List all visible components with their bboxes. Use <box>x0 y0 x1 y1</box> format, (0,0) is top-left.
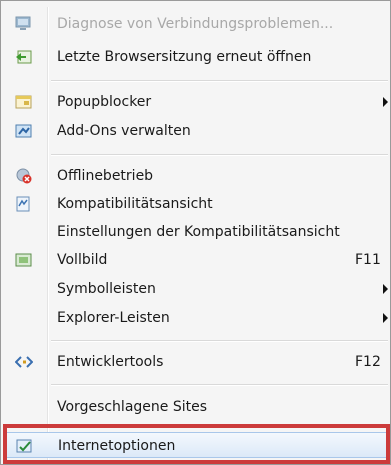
menu-separator <box>51 384 388 386</box>
menu-separator <box>51 154 388 156</box>
addons-icon <box>15 123 33 139</box>
menu-item-label: Letzte Browsersitzung erneut öffnen <box>57 49 312 65</box>
menu-separator <box>51 80 388 82</box>
menu-item-label: Internetoptionen <box>58 438 176 454</box>
menu-item-compatibility-view[interactable]: Kompatibilitätsansicht <box>5 191 388 217</box>
offline-icon <box>15 168 33 184</box>
submenu-arrow-icon <box>383 313 388 323</box>
menu-item-manage-addons[interactable]: Add-Ons verwalten <box>5 118 388 144</box>
submenu-arrow-icon <box>383 97 388 107</box>
menu-item-suggested-sites[interactable]: Vorgeschlagene Sites <box>5 394 388 420</box>
tools-menu: Diagnose von Verbindungsproblemen... Let… <box>0 0 391 465</box>
shortcut-label: F11 <box>355 252 381 268</box>
menu-item-label: Diagnose von Verbindungsproblemen... <box>57 16 334 32</box>
menu-item-label: Add-Ons verwalten <box>57 123 191 139</box>
menu-item-label: Symbolleisten <box>57 281 156 297</box>
popup-blocker-icon <box>15 94 33 110</box>
submenu-arrow-icon <box>383 284 388 294</box>
internet-options-icon <box>16 438 34 454</box>
menu-item-diagnose: Diagnose von Verbindungsproblemen... <box>5 11 388 37</box>
menu-item-label: Explorer-Leisten <box>57 310 170 326</box>
reopen-session-icon <box>15 49 33 65</box>
menu-item-label: Vollbild <box>57 252 108 268</box>
menu-item-reopen-session[interactable]: Letzte Browsersitzung erneut öffnen <box>5 44 388 70</box>
diagnose-icon <box>15 16 33 32</box>
menu-item-label: Einstellungen der Kompatibilitätsansicht <box>57 224 340 240</box>
menu-item-label: Kompatibilitätsansicht <box>57 196 213 212</box>
menu-item-offline[interactable]: Offlinebetrieb <box>5 163 388 189</box>
menu-item-label: Vorgeschlagene Sites <box>57 399 208 415</box>
menu-item-fullscreen[interactable]: Vollbild F11 <box>5 247 388 273</box>
menu-item-label: Entwicklertools <box>57 354 164 370</box>
compatibility-icon <box>15 196 33 212</box>
menu-item-toolbars[interactable]: Symbolleisten <box>5 276 388 302</box>
menu-item-explorer-bars[interactable]: Explorer-Leisten <box>5 305 388 331</box>
shortcut-label: F12 <box>355 354 381 370</box>
menu-item-internet-options[interactable]: Internetoptionen <box>5 432 388 458</box>
menu-separator <box>51 426 388 428</box>
menu-item-compatibility-settings[interactable]: Einstellungen der Kompatibilitätsansicht <box>5 219 388 245</box>
menu-item-label: Offlinebetrieb <box>57 168 154 184</box>
menu-item-popup-blocker[interactable]: Popupblocker <box>5 89 388 115</box>
fullscreen-icon <box>15 252 33 268</box>
menu-item-label: Popupblocker <box>57 94 152 110</box>
menu-separator <box>51 340 388 342</box>
menu-item-developer-tools[interactable]: Entwicklertools F12 <box>5 349 388 375</box>
developer-tools-icon <box>14 354 34 370</box>
